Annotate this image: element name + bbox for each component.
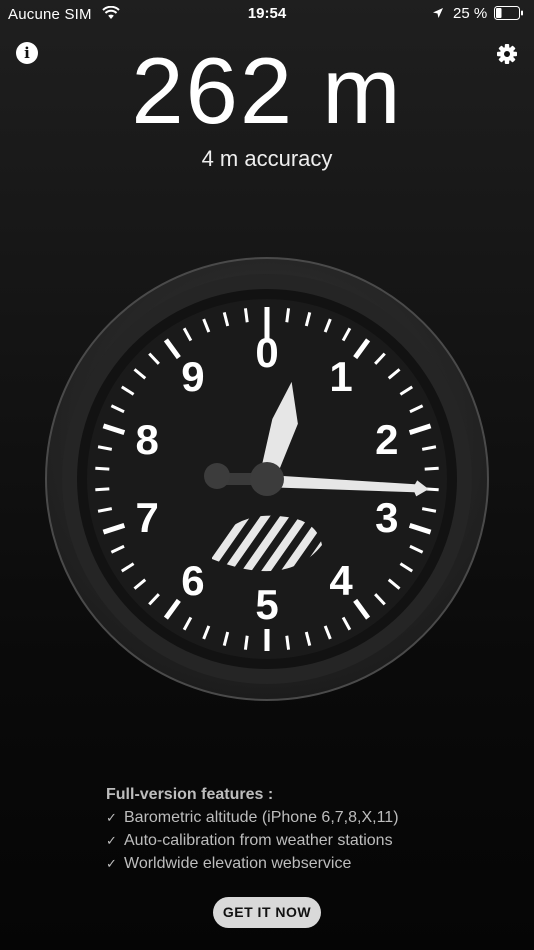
hand-hub-left xyxy=(204,463,230,489)
get-it-now-button[interactable]: GET IT NOW xyxy=(213,897,321,928)
minor-tick xyxy=(424,466,439,471)
battery-icon xyxy=(494,6,523,20)
minor-tick xyxy=(285,635,291,650)
feature-text: Barometric altitude (iPhone 6,7,8,X,11) xyxy=(124,809,399,826)
gauge-numeral-0: 0 xyxy=(255,329,278,376)
gauge-numeral-2: 2 xyxy=(375,416,398,463)
altimeter-gauge: 0 12 34 5 67 89 xyxy=(45,257,489,701)
check-icon: ✓ xyxy=(106,810,117,825)
check-icon: ✓ xyxy=(106,856,117,871)
gauge-numeral-9: 9 xyxy=(181,353,204,400)
minor-tick xyxy=(285,308,291,323)
gauge-numeral-4: 4 xyxy=(329,557,353,604)
feature-item-2: ✓ Auto-calibration from weather stations xyxy=(106,829,466,852)
gauge-numeral-6: 6 xyxy=(181,557,204,604)
gauge-numeral-5: 5 xyxy=(255,581,278,628)
minor-tick xyxy=(95,466,110,471)
gauge-numeral-3: 3 xyxy=(375,494,398,541)
features-title: Full-version features : xyxy=(106,786,274,803)
altitude-value: 262 m xyxy=(131,38,403,143)
features-panel: Full-version features : ✓ Barometric alti… xyxy=(106,786,466,875)
hand-hub-center xyxy=(250,462,284,496)
feature-item-1: ✓ Barometric altitude (iPhone 6,7,8,X,11) xyxy=(106,806,466,829)
feature-text: Worldwide elevation webservice xyxy=(124,855,352,872)
feature-text: Auto-calibration from weather stations xyxy=(124,832,393,849)
minor-tick xyxy=(243,308,249,323)
accuracy-label: 4 m accuracy xyxy=(201,146,333,171)
battery-percentage: 25 % xyxy=(453,5,488,22)
minor-tick xyxy=(243,635,249,650)
check-icon: ✓ xyxy=(106,833,117,848)
gauge-numeral-1: 1 xyxy=(329,353,352,400)
feature-item-3: ✓ Worldwide elevation webservice xyxy=(106,852,466,875)
location-arrow-icon xyxy=(433,8,443,18)
gauge-numeral-7: 7 xyxy=(135,494,158,541)
status-bar: Aucune SIM 19:54 25 % xyxy=(0,0,534,28)
gauge-numeral-8: 8 xyxy=(135,416,158,463)
minor-tick xyxy=(95,487,110,492)
